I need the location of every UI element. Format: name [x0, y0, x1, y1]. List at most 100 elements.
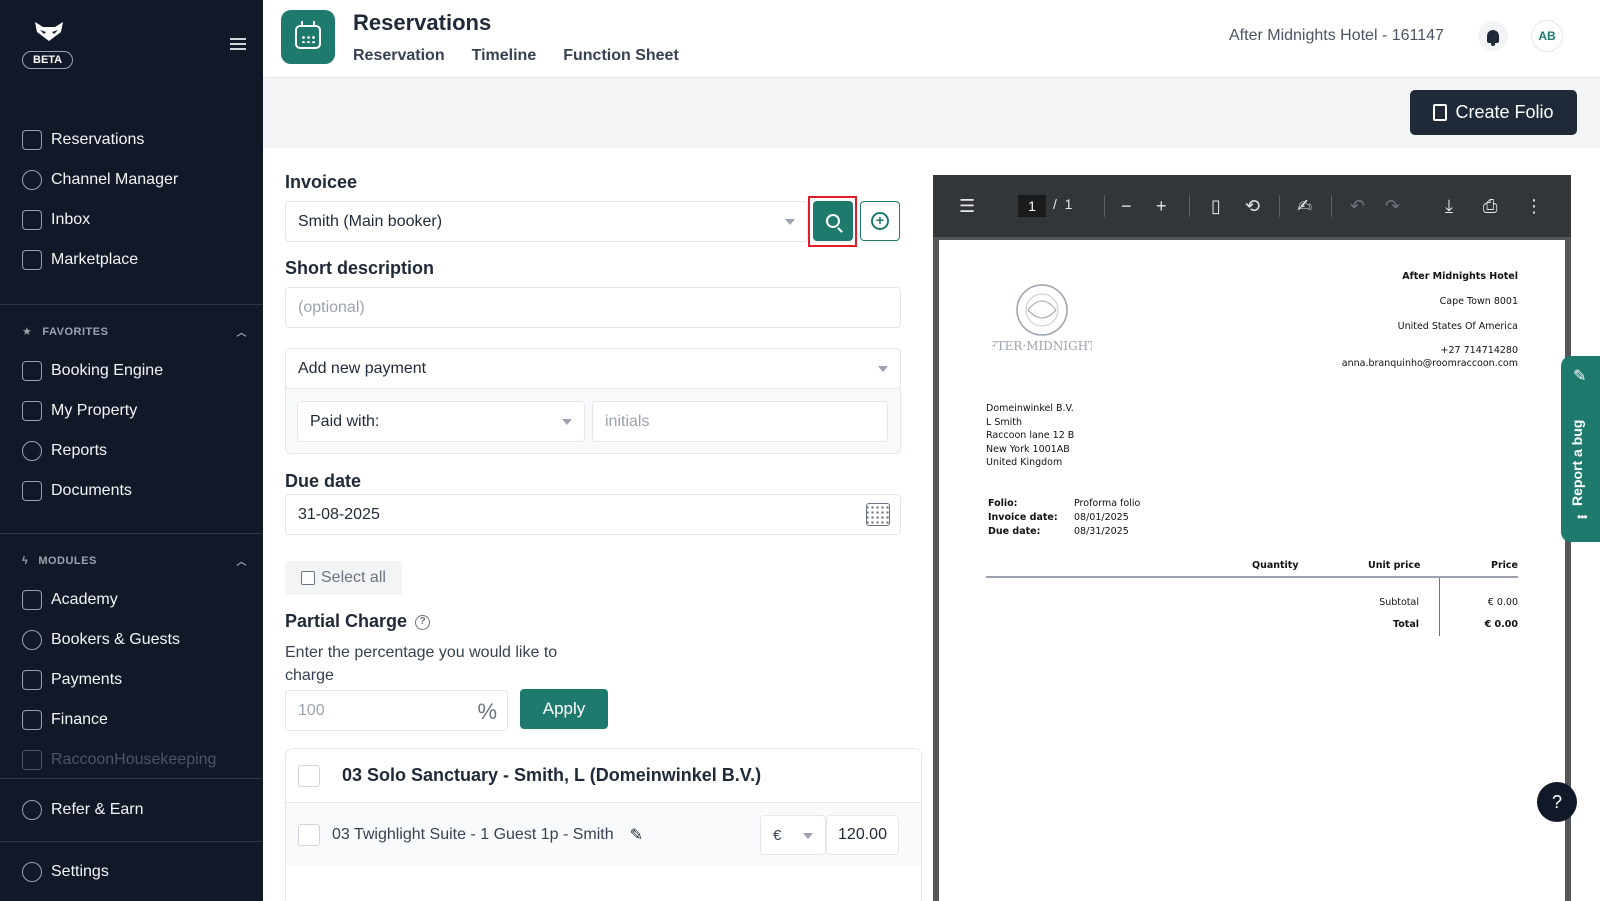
sidebar-item-settings[interactable]: Settings	[0, 852, 263, 892]
sidebar-divider	[0, 778, 263, 779]
partial-charge-hint: Enter the percentage you would like to c…	[285, 644, 558, 684]
sidebar-item-documents[interactable]: Documents	[0, 471, 263, 511]
percentage-input[interactable]: 100 %	[285, 690, 508, 731]
favorites-title: FAVORITES	[42, 325, 109, 338]
percentage-placeholder: 100	[298, 701, 325, 719]
sidebar-item-academy[interactable]: Academy	[0, 580, 263, 620]
sidebar-item-my-property[interactable]: My Property	[0, 391, 263, 431]
tab-timeline[interactable]: Timeline	[472, 47, 537, 65]
pdf-totals-divider	[1439, 578, 1440, 636]
sidebar-item-label: Documents	[51, 482, 132, 499]
sidebar-item-reports[interactable]: Reports	[0, 431, 263, 471]
sidebar-item-label: Marketplace	[51, 251, 139, 268]
sidebar-item-label: Finance	[51, 711, 108, 728]
calendar-icon	[295, 21, 321, 49]
pdf-toolbar: ☰ 1 / 1 − + ▯ ⟲ ✍ ↶ ↷ ⤓ ⎙ ⋮	[933, 175, 1571, 237]
notifications-button[interactable]	[1478, 21, 1508, 51]
room-checkbox[interactable]	[298, 764, 320, 787]
sidebar-item-booking-engine[interactable]: Booking Engine	[0, 351, 263, 391]
pdf-hotel-phone: +27 714714280	[1440, 345, 1518, 356]
recipient-line: Domeinwinkel B.V.	[986, 403, 1074, 414]
app-logo[interactable]: BETA	[22, 20, 76, 69]
sidebar-item-reservations[interactable]: Reservations	[0, 120, 263, 160]
sidebar-item-payments[interactable]: Payments	[0, 660, 263, 700]
gear-icon	[22, 862, 42, 882]
page-total-value: 1	[1064, 196, 1073, 212]
pdf-hotel-name: After Midnights Hotel	[1402, 271, 1518, 282]
partial-charge-label: Partial Charge?	[285, 611, 431, 632]
pdf-folio-label: Folio:	[988, 498, 1018, 509]
search-icon	[826, 214, 840, 228]
hotel-selector[interactable]: After Midnights Hotel - 161147	[1229, 27, 1444, 45]
chevron-down-icon	[803, 833, 813, 839]
sidebar-item-finance[interactable]: Finance	[0, 700, 263, 740]
help-button[interactable]: ?	[1537, 782, 1577, 822]
toolbar-separator	[1104, 195, 1105, 217]
fit-page-icon[interactable]: ▯	[1211, 196, 1221, 217]
due-date-value: 31-08-2025	[298, 505, 380, 523]
sidebar-item-label: Channel Manager	[51, 171, 179, 188]
zoom-out-icon[interactable]: −	[1121, 196, 1132, 217]
modules-header[interactable]: ϟ MODULES ︿	[22, 553, 247, 569]
create-folio-button[interactable]: Create Folio	[1410, 90, 1577, 135]
sidebar-item-channel-manager[interactable]: Channel Manager	[0, 160, 263, 200]
sidebar-divider	[0, 841, 263, 842]
pdf-hotel-city: Cape Town 8001	[1439, 296, 1518, 307]
select-all-button[interactable]: Select all	[285, 561, 402, 595]
tab-reservation[interactable]: Reservation	[353, 47, 445, 65]
page-title: Reservations	[353, 10, 492, 35]
pdf-due-date-value: 08/31/2025	[1074, 526, 1129, 537]
pdf-col-unit-price: Unit price	[1368, 560, 1421, 571]
report-bug-button[interactable]: ✎ Report a bug •••	[1561, 356, 1600, 542]
invoicee-select[interactable]: Smith (Main booker)	[285, 201, 808, 242]
undo-icon[interactable]: ↶	[1350, 196, 1365, 217]
pdf-col-price: Price	[1491, 560, 1518, 571]
sidebar-divider	[0, 304, 263, 305]
currency-select[interactable]: €	[760, 815, 826, 855]
redo-icon[interactable]: ↷	[1385, 196, 1400, 217]
annotate-icon[interactable]: ✍	[1297, 196, 1312, 217]
pdf-hotel-country: United States Of America	[1397, 321, 1518, 332]
page-total: / 1	[1053, 196, 1073, 212]
add-invoicee-button[interactable]: +	[860, 201, 900, 241]
payment-select[interactable]: Add new payment	[285, 348, 901, 389]
sidebar-item-bookers-guests[interactable]: Bookers & Guests	[0, 620, 263, 660]
search-invoicee-button[interactable]	[813, 201, 853, 241]
more-options-icon[interactable]: ⋮	[1525, 196, 1543, 217]
paid-with-select[interactable]: Paid with:	[297, 401, 585, 442]
menu-icon[interactable]: ☰	[959, 196, 975, 217]
print-icon[interactable]: ⎙	[1483, 196, 1497, 217]
apply-button[interactable]: Apply	[520, 689, 608, 729]
bolt-icon: ϟ	[22, 554, 29, 567]
sidebar-item-inbox[interactable]: Inbox	[0, 200, 263, 240]
tab-function-sheet[interactable]: Function Sheet	[563, 47, 679, 65]
currency-value: €	[773, 826, 782, 844]
pdf-recipient: Domeinwinkel B.V. L Smith Raccoon lane 1…	[986, 402, 1074, 470]
rotate-icon[interactable]: ⟲	[1245, 196, 1260, 217]
download-icon[interactable]: ⤓	[1445, 196, 1453, 217]
amount-input[interactable]: 120.00	[826, 815, 899, 855]
zoom-in-icon[interactable]: +	[1156, 196, 1167, 217]
invoicee-value: Smith (Main booker)	[298, 212, 443, 230]
create-folio-label: Create Folio	[1455, 102, 1554, 122]
short-description-input[interactable]: (optional)	[285, 287, 901, 328]
favorites-header[interactable]: ★ FAVORITES ︿	[22, 324, 247, 340]
pencil-icon[interactable]: ✎	[630, 825, 643, 845]
favorites-nav: Booking Engine My Property Reports Docum…	[0, 351, 263, 511]
sidebar-item-refer-earn[interactable]: Refer & Earn	[0, 790, 263, 830]
help-circle-icon[interactable]: ?	[415, 614, 431, 630]
star-icon: ★	[22, 326, 33, 338]
pencil-icon: ✎	[1573, 368, 1587, 385]
due-date-input[interactable]: 31-08-2025	[285, 494, 901, 535]
select-all-label: Select all	[321, 569, 386, 586]
sidebar-item-marketplace[interactable]: Marketplace	[0, 240, 263, 280]
payments-icon	[22, 670, 42, 690]
menu-toggle-icon[interactable]	[230, 38, 246, 50]
sidebar-item-housekeeping[interactable]: RaccoonHousekeeping	[0, 740, 263, 780]
page-number-input[interactable]: 1	[1018, 195, 1046, 217]
line-item-checkbox[interactable]	[298, 823, 320, 846]
pdf-subtotal-value: € 0.00	[1487, 597, 1518, 608]
avatar[interactable]: AB	[1531, 20, 1563, 52]
initials-input[interactable]: initials	[592, 401, 888, 442]
calendar-icon[interactable]	[866, 503, 890, 526]
